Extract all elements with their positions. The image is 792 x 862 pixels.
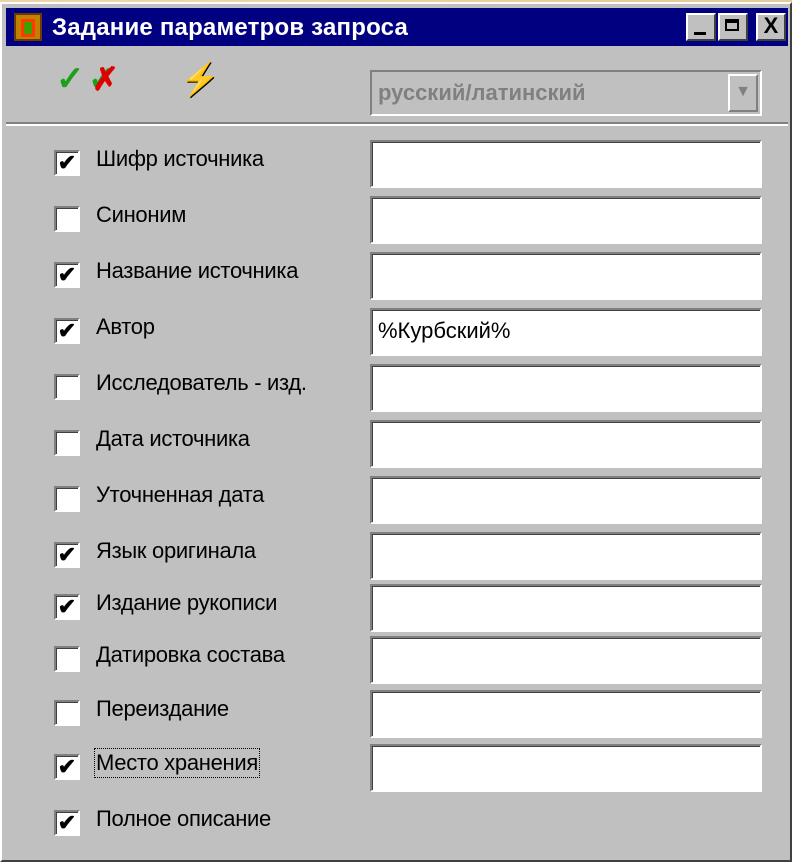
refined-date-label: Уточненная дата xyxy=(96,482,265,507)
field-row-full-description: ✔ Полное описание xyxy=(2,806,792,856)
source-code-label: Шифр источника xyxy=(96,146,264,171)
maximize-button[interactable] xyxy=(718,13,748,41)
author-input[interactable]: %Курбский% xyxy=(370,308,762,356)
manuscript-edition-input[interactable] xyxy=(370,584,762,632)
storage-location-input[interactable] xyxy=(370,744,762,792)
full-description-label: Полное описание xyxy=(96,806,271,831)
field-row-source-date: Дата источника xyxy=(2,420,792,476)
source-title-input[interactable] xyxy=(370,252,762,300)
toolbar-separator xyxy=(6,122,788,126)
storage-location-checkbox[interactable]: ✔ xyxy=(54,754,80,780)
refined-date-checkbox[interactable] xyxy=(54,486,80,512)
researcher-checkbox[interactable] xyxy=(54,374,80,400)
synonym-checkbox[interactable] xyxy=(54,206,80,232)
original-language-input[interactable] xyxy=(370,532,762,580)
manuscript-edition-label: Издание рукописи xyxy=(96,590,278,615)
original-language-label: Язык оригинала xyxy=(96,538,256,563)
reissue-input[interactable] xyxy=(370,690,762,738)
field-row-composition-dating: Датировка состава xyxy=(2,636,792,692)
composition-dating-input[interactable] xyxy=(370,636,762,684)
source-code-input[interactable] xyxy=(370,140,762,188)
field-row-original-language: ✔ Язык оригинала xyxy=(2,532,792,588)
refined-date-input[interactable] xyxy=(370,476,762,524)
researcher-input[interactable] xyxy=(370,364,762,412)
minimize-button[interactable] xyxy=(686,13,716,41)
language-select-value: русский/латинский xyxy=(378,80,586,105)
field-row-author: ✔ Автор %Курбский% xyxy=(2,308,792,364)
field-row-refined-date: Уточненная дата xyxy=(2,476,792,532)
manuscript-edition-checkbox[interactable]: ✔ xyxy=(54,594,80,620)
field-row-source-title: ✔ Название источника xyxy=(2,252,792,308)
field-row-reissue: Переиздание xyxy=(2,690,792,746)
cancel-cross-glyph: ✗ xyxy=(92,61,119,97)
field-row-synonym: Синоним xyxy=(2,196,792,252)
cancel-icon[interactable]: ✓ ✗ xyxy=(88,62,122,96)
synonym-label: Синоним xyxy=(96,202,187,227)
researcher-label: Исследователь - изд. xyxy=(96,370,307,395)
field-row-researcher: Исследователь - изд. xyxy=(2,364,792,420)
original-language-checkbox[interactable]: ✔ xyxy=(54,542,80,568)
source-date-input[interactable] xyxy=(370,420,762,468)
source-date-checkbox[interactable] xyxy=(54,430,80,456)
reissue-label: Переиздание xyxy=(96,696,229,721)
title-bar[interactable]: Задание параметров запроса X xyxy=(6,8,788,46)
field-row-manuscript-edition: ✔ Издание рукописи xyxy=(2,584,792,640)
storage-location-label: Место хранения xyxy=(94,748,260,778)
close-button[interactable]: X xyxy=(756,13,786,41)
source-code-checkbox[interactable]: ✔ xyxy=(54,150,80,176)
full-description-checkbox[interactable]: ✔ xyxy=(54,810,80,836)
composition-dating-checkbox[interactable] xyxy=(54,646,80,672)
field-row-source-code: ✔ Шифр источника xyxy=(2,140,792,196)
source-title-label: Название источника xyxy=(96,258,299,283)
app-icon[interactable] xyxy=(14,13,42,41)
chevron-down-icon[interactable]: ▼ xyxy=(728,74,758,112)
source-date-label: Дата источника xyxy=(96,426,250,451)
window-title: Задание параметров запроса xyxy=(52,14,409,41)
ok-check-icon[interactable]: ✓ xyxy=(56,62,85,96)
composition-dating-label: Датировка состава xyxy=(96,642,285,667)
query-parameters-dialog: Задание параметров запроса X ✓ ✓ ✗ ⚡ рус… xyxy=(0,2,792,862)
language-select[interactable]: русский/латинский ▼ xyxy=(370,70,762,116)
author-checkbox[interactable]: ✔ xyxy=(54,318,80,344)
field-row-storage-location: ✔ Место хранения xyxy=(2,744,792,800)
author-label: Автор xyxy=(96,314,155,339)
source-title-checkbox[interactable]: ✔ xyxy=(54,262,80,288)
synonym-input[interactable] xyxy=(370,196,762,244)
lightning-icon[interactable]: ⚡ xyxy=(180,62,220,96)
reissue-checkbox[interactable] xyxy=(54,700,80,726)
